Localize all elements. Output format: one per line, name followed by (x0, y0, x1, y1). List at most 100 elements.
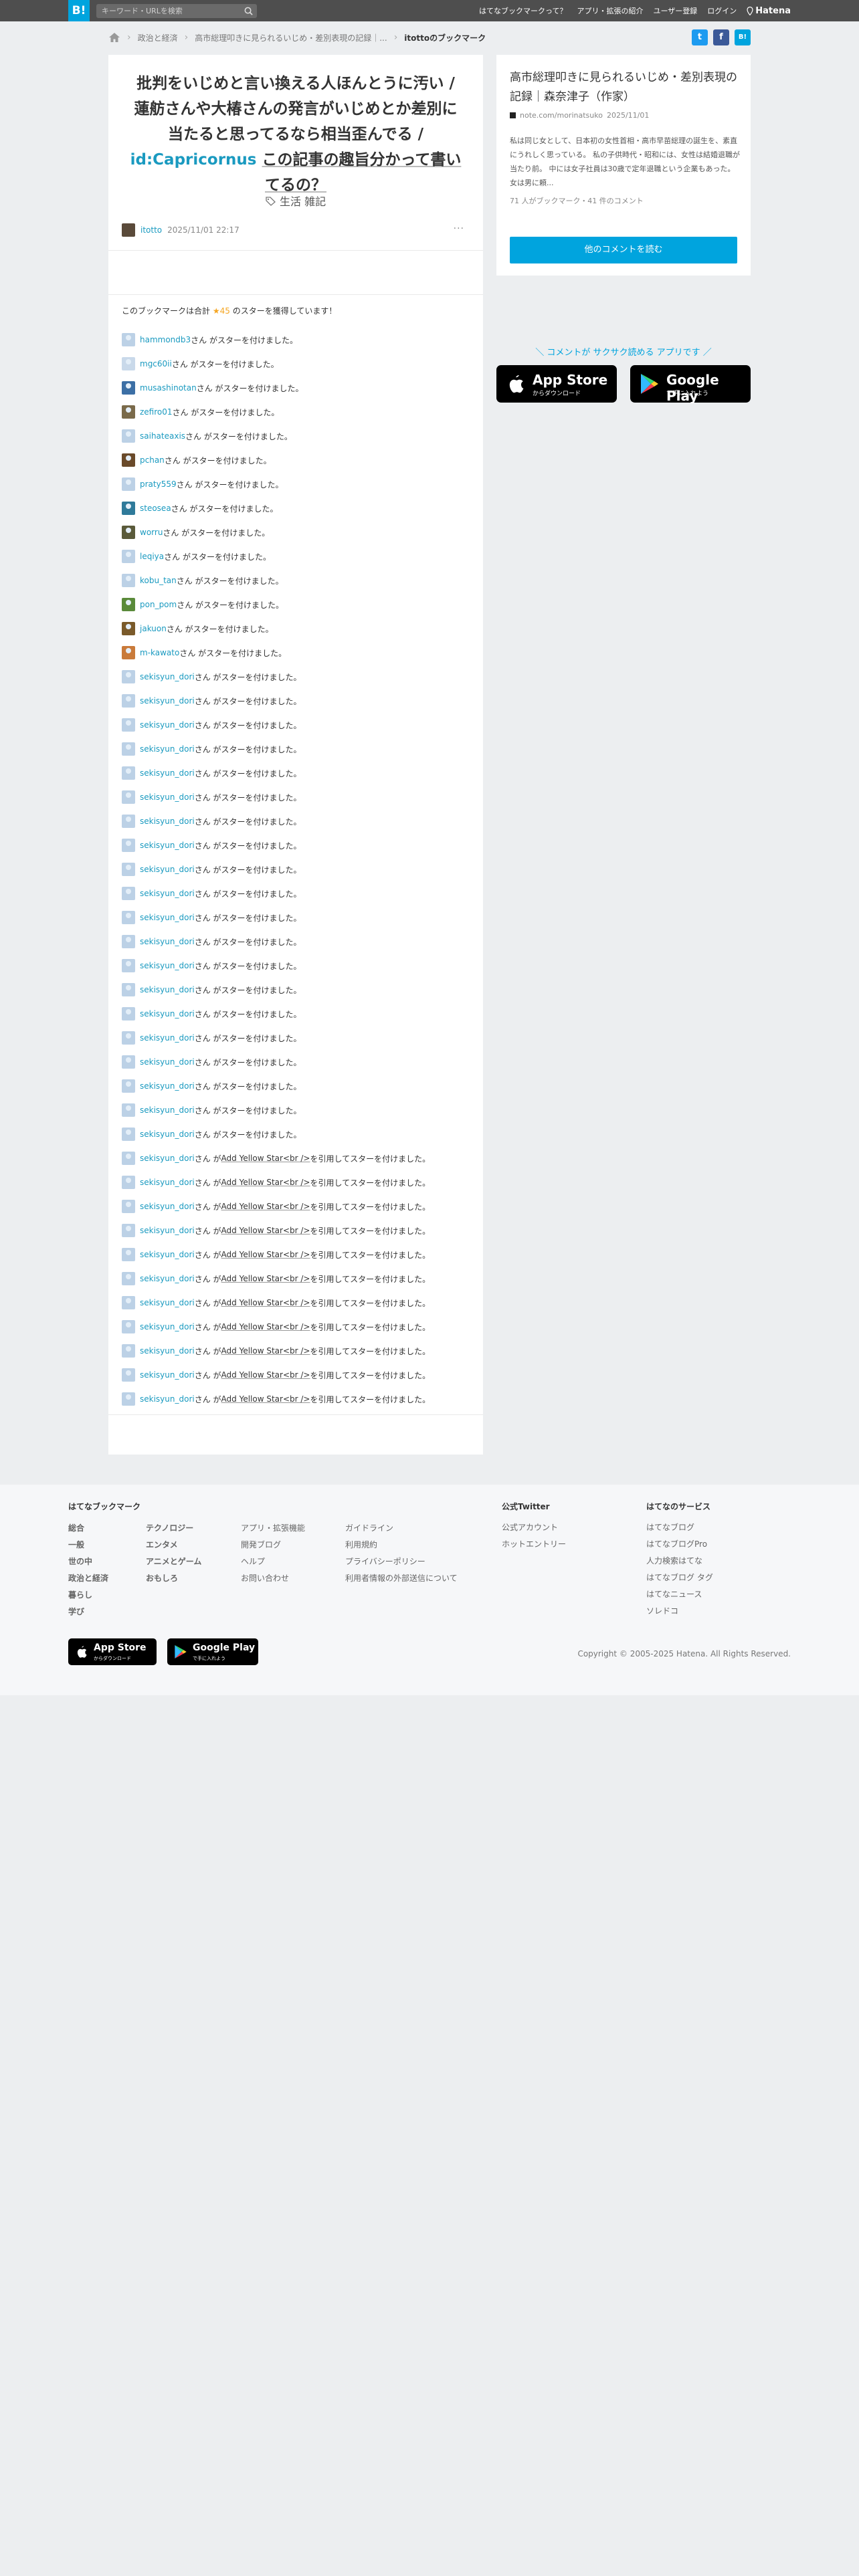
star-user-link[interactable]: pchan (140, 455, 165, 465)
star-user-link[interactable]: saihateaxis (140, 431, 185, 441)
avatar[interactable] (122, 742, 135, 756)
mention-link[interactable]: id:Capricornus (130, 151, 257, 169)
footer-link[interactable]: お問い合わせ (241, 1572, 305, 1589)
home-icon[interactable] (108, 32, 120, 43)
breadcrumb-entry[interactable]: 高市総理叩きに見られるいじめ・差別表現の記録｜... (195, 32, 387, 43)
star-user-link[interactable]: kobu_tan (140, 576, 177, 585)
footer-category[interactable]: おもしろ (146, 1572, 201, 1589)
avatar[interactable] (122, 453, 135, 467)
avatar[interactable] (122, 863, 135, 876)
footer-category[interactable]: 暮らし (68, 1589, 108, 1606)
avatar[interactable] (122, 1368, 135, 1382)
footer-link[interactable]: アプリ・拡張機能 (241, 1522, 305, 1539)
star-user-link[interactable]: hammondb3 (140, 335, 191, 344)
star-user-link[interactable]: jakuon (140, 624, 167, 633)
star-user-link[interactable]: m-kawato (140, 648, 179, 657)
avatar[interactable] (122, 1392, 135, 1406)
avatar[interactable] (122, 223, 135, 237)
star-user-link[interactable]: praty559 (140, 479, 177, 489)
star-user-link[interactable]: sekisyun_dori (140, 1250, 195, 1259)
footer-category[interactable]: テクノロジー (146, 1522, 201, 1539)
avatar[interactable] (122, 429, 135, 443)
avatar[interactable] (122, 887, 135, 900)
avatar[interactable] (122, 670, 135, 683)
avatar[interactable] (122, 1103, 135, 1117)
avatar[interactable] (122, 381, 135, 395)
star-user-link[interactable]: sekisyun_dori (140, 817, 195, 826)
star-user-link[interactable]: sekisyun_dori (140, 1057, 195, 1067)
app-store-button[interactable]: App Store からダウンロード (496, 365, 617, 403)
star-user-link[interactable]: sekisyun_dori (140, 1178, 195, 1187)
avatar[interactable] (122, 935, 135, 948)
twitter-share-icon[interactable]: t (692, 29, 708, 45)
user-name-link[interactable]: itotto (140, 225, 162, 235)
star-user-link[interactable]: sekisyun_dori (140, 768, 195, 778)
star-user-link[interactable]: sekisyun_dori (140, 913, 195, 922)
star-user-link[interactable]: sekisyun_dori (140, 1081, 195, 1091)
star-user-link[interactable]: worru (140, 528, 163, 537)
star-user-link[interactable]: sekisyun_dori (140, 792, 195, 802)
star-user-link[interactable]: steosea (140, 504, 171, 513)
star-user-link[interactable]: sekisyun_dori (140, 1033, 195, 1043)
star-user-link[interactable]: sekisyun_dori (140, 985, 195, 994)
footer-link[interactable]: ヘルプ (241, 1555, 305, 1572)
avatar[interactable] (122, 646, 135, 659)
nav-about[interactable]: はてなブックマークって？ (479, 5, 567, 16)
footer-category[interactable]: 政治と経済 (68, 1572, 108, 1589)
star-user-link[interactable]: sekisyun_dori (140, 1105, 195, 1115)
entry-domain[interactable]: note.com/morinatsuko (520, 111, 603, 120)
footer-link[interactable]: プライバシーポリシー (345, 1555, 458, 1572)
search-icon[interactable] (244, 6, 254, 16)
footer-link[interactable]: はてなニュース (646, 1588, 713, 1605)
star-user-link[interactable]: sekisyun_dori (140, 1202, 195, 1211)
breadcrumb-category[interactable]: 政治と経済 (138, 32, 178, 43)
avatar[interactable] (122, 983, 135, 996)
star-user-link[interactable]: sekisyun_dori (140, 937, 195, 946)
footer-link[interactable]: ホットエントリー (502, 1538, 566, 1555)
footer-category[interactable]: 学び (68, 1606, 108, 1622)
avatar[interactable] (122, 526, 135, 539)
avatar[interactable] (122, 1128, 135, 1141)
star-user-link[interactable]: sekisyun_dori (140, 672, 195, 681)
avatar[interactable] (122, 622, 135, 635)
avatar[interactable] (122, 1055, 135, 1069)
avatar[interactable] (122, 1344, 135, 1358)
nav-register[interactable]: ユーザー登録 (654, 5, 698, 16)
star-user-link[interactable]: sekisyun_dori (140, 1346, 195, 1356)
footer-category[interactable]: アニメとゲーム (146, 1555, 201, 1572)
tag-item[interactable]: 雑記 (304, 195, 326, 208)
avatar[interactable] (122, 574, 135, 587)
star-user-link[interactable]: musashinotan (140, 383, 197, 393)
footer-category[interactable]: エンタメ (146, 1539, 201, 1555)
star-user-link[interactable]: sekisyun_dori (140, 720, 195, 730)
footer-link[interactable]: ソレドコ (646, 1605, 713, 1622)
avatar[interactable] (122, 1200, 135, 1213)
star-user-link[interactable]: pon_pom (140, 600, 177, 609)
footer-category[interactable]: 一般 (68, 1539, 108, 1555)
star-user-link[interactable]: sekisyun_dori (140, 1298, 195, 1307)
star-user-link[interactable]: sekisyun_dori (140, 744, 195, 754)
avatar[interactable] (122, 815, 135, 828)
star-user-link[interactable]: sekisyun_dori (140, 1394, 195, 1404)
star-user-link[interactable]: zefiro01 (140, 407, 173, 417)
avatar[interactable] (122, 333, 135, 346)
star-user-link[interactable]: sekisyun_dori (140, 1009, 195, 1018)
star-user-link[interactable]: sekisyun_dori (140, 1274, 195, 1283)
avatar[interactable] (122, 766, 135, 780)
avatar[interactable] (122, 1320, 135, 1333)
footer-link[interactable]: 人力検索はてな (646, 1555, 713, 1572)
avatar[interactable] (122, 357, 135, 370)
footer-category[interactable]: 世の中 (68, 1555, 108, 1572)
avatar[interactable] (122, 1152, 135, 1165)
avatar[interactable] (122, 839, 135, 852)
hatena-share-icon[interactable]: B! (735, 29, 751, 45)
avatar[interactable] (122, 694, 135, 708)
star-user-link[interactable]: sekisyun_dori (140, 1226, 195, 1235)
star-user-link[interactable]: leqiya (140, 552, 164, 561)
more-menu-icon[interactable]: ··· (454, 223, 464, 234)
footer-link[interactable]: はてなブログPro (646, 1538, 713, 1555)
nav-login[interactable]: ログイン (707, 5, 737, 16)
avatar[interactable] (122, 911, 135, 924)
footer-category[interactable]: 総合 (68, 1522, 108, 1539)
avatar[interactable] (122, 790, 135, 804)
